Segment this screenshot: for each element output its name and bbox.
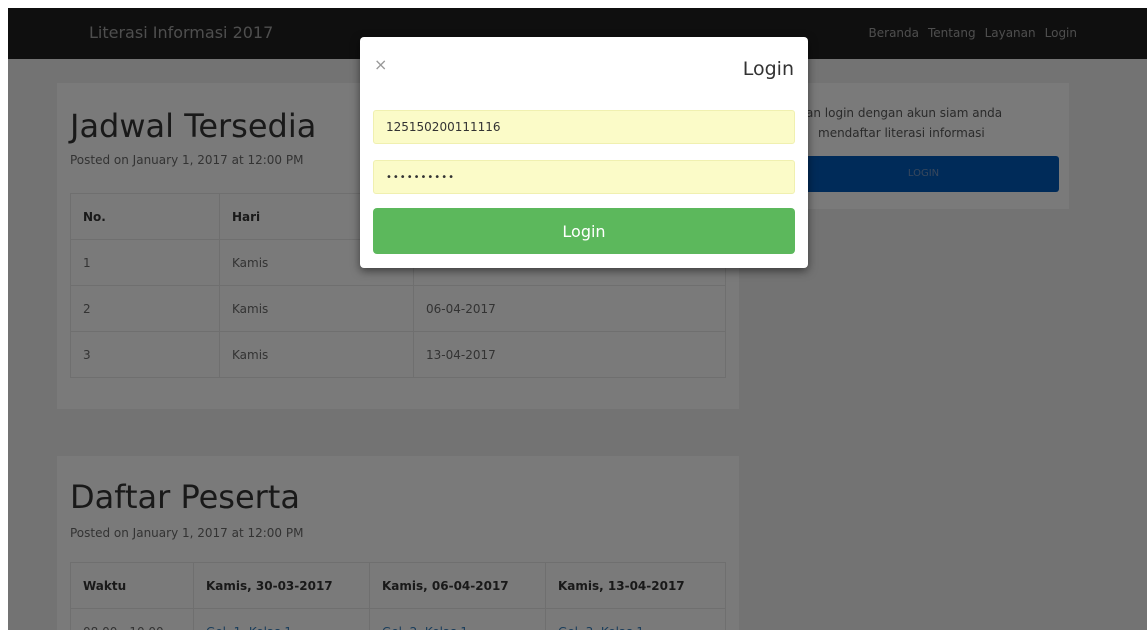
- login-button[interactable]: Login: [373, 208, 795, 254]
- password-input[interactable]: ••••••••••: [373, 160, 795, 194]
- close-icon[interactable]: ×: [374, 55, 387, 74]
- modal-title: Login: [742, 58, 794, 80]
- username-input[interactable]: 125150200111116: [373, 110, 795, 144]
- login-modal: × Login 125150200111116 •••••••••• Login: [360, 37, 808, 268]
